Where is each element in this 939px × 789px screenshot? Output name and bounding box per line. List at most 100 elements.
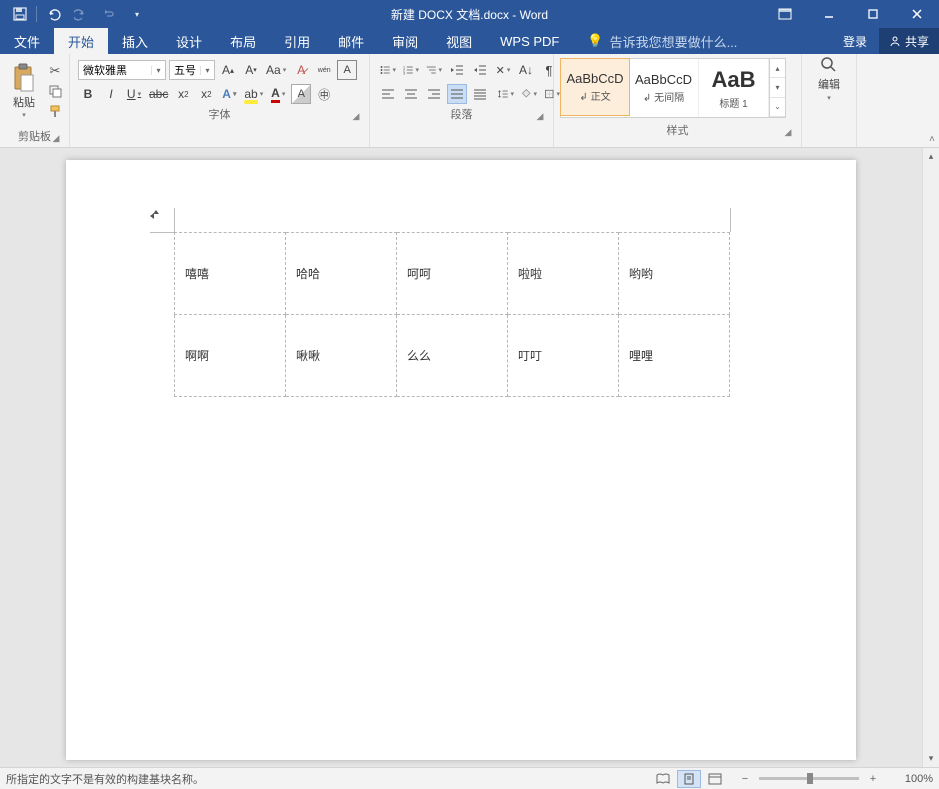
ribbon-display-button[interactable] (763, 0, 807, 28)
tab-references[interactable]: 引用 (270, 28, 324, 54)
minimize-button[interactable] (807, 0, 851, 28)
styles-gallery[interactable]: AaBbCcD ↲ 正文 AaBbCcD ↲ 无间隔 AaB 标题 1 ▴▾⌄ (560, 58, 786, 118)
table-cell[interactable]: 啊啊 (175, 315, 286, 397)
shrink-font-button[interactable]: A▾ (241, 60, 261, 80)
table-cell[interactable]: 呵呵 (397, 233, 508, 315)
table-cell[interactable]: 哟哟 (619, 233, 730, 315)
style-normal[interactable]: AaBbCcD ↲ 正文 (560, 58, 630, 116)
collapse-ribbon-button[interactable]: ˄ (929, 134, 935, 145)
table-cell[interactable]: 叮叮 (508, 315, 619, 397)
paragraph-launcher[interactable]: ◢ (533, 109, 547, 123)
undo-button[interactable] (39, 2, 67, 26)
chevron-down-icon[interactable]: ▾ (200, 66, 214, 75)
chevron-down-icon[interactable]: ▾ (151, 66, 165, 75)
web-layout-button[interactable] (703, 770, 727, 788)
vertical-scrollbar[interactable]: ▴ ▾ (922, 148, 939, 767)
clipboard-launcher[interactable]: ◢ (49, 131, 63, 145)
page[interactable]: 嘻嘻 哈哈 呵呵 啦啦 哟哟 啊啊 啾啾 么么 叮叮 哩哩 (66, 160, 856, 760)
table-cell[interactable]: 啾啾 (286, 315, 397, 397)
font-name-input[interactable] (79, 64, 151, 76)
font-size-input[interactable] (170, 64, 200, 76)
share-button[interactable]: 共享 (879, 28, 939, 54)
zoom-in-button[interactable]: + (865, 773, 881, 785)
zoom-slider[interactable] (759, 777, 859, 780)
tab-view[interactable]: 视图 (432, 28, 486, 54)
increase-indent-button[interactable] (470, 60, 490, 80)
font-name-combo[interactable]: ▾ (78, 60, 166, 80)
highlight-button[interactable]: ab▾ (242, 84, 265, 104)
strikethrough-button[interactable]: abc (147, 84, 170, 104)
sort-button[interactable]: A↓ (516, 60, 536, 80)
document-area[interactable]: 嘻嘻 哈哈 呵呵 啦啦 哟哟 啊啊 啾啾 么么 叮叮 哩哩 (0, 148, 922, 767)
bullets-button[interactable]: ▾ (378, 60, 398, 80)
table-cell[interactable]: 么么 (397, 315, 508, 397)
change-case-button[interactable]: Aa▾ (264, 60, 288, 80)
table-cell[interactable]: 嘻嘻 (175, 233, 286, 315)
clear-formatting-button[interactable]: A̷ (291, 60, 311, 80)
paste-button[interactable]: 粘贴 ▾ (11, 63, 37, 119)
tab-review[interactable]: 审阅 (378, 28, 432, 54)
align-right-button[interactable] (424, 84, 444, 104)
font-color-button[interactable]: A▾ (268, 84, 288, 104)
login-link[interactable]: 登录 (831, 33, 879, 50)
underline-button[interactable]: U▾ (124, 84, 144, 104)
tab-mailings[interactable]: 邮件 (324, 28, 378, 54)
repeat-button[interactable] (95, 2, 123, 26)
zoom-level[interactable]: 100% (887, 773, 933, 785)
format-painter-button[interactable] (46, 102, 64, 120)
align-center-button[interactable] (401, 84, 421, 104)
asian-layout-button[interactable]: ✕▾ (493, 60, 513, 80)
document-table[interactable]: 嘻嘻 哈哈 呵呵 啦啦 哟哟 啊啊 啾啾 么么 叮叮 哩哩 (174, 232, 730, 397)
cut-button[interactable]: ✂ (46, 62, 64, 80)
phonetic-guide-button[interactable]: wén (314, 60, 334, 80)
enclose-characters-button[interactable]: ㊥ (314, 84, 334, 104)
style-no-spacing[interactable]: AaBbCcD ↲ 无间隔 (629, 59, 699, 117)
copy-button[interactable] (46, 82, 64, 100)
bold-button[interactable]: B (78, 84, 98, 104)
style-heading1[interactable]: AaB 标题 1 (699, 59, 769, 117)
redo-button[interactable] (67, 2, 95, 26)
tab-layout[interactable]: 布局 (216, 28, 270, 54)
read-mode-button[interactable] (651, 770, 675, 788)
table-move-handle[interactable] (148, 208, 164, 224)
close-button[interactable] (895, 0, 939, 28)
table-cell[interactable]: 哈哈 (286, 233, 397, 315)
subscript-button[interactable]: x2 (173, 84, 193, 104)
zoom-out-button[interactable]: − (737, 773, 753, 785)
tab-insert[interactable]: 插入 (108, 28, 162, 54)
distributed-button[interactable] (470, 84, 490, 104)
numbering-button[interactable]: 123▾ (401, 60, 421, 80)
align-left-button[interactable] (378, 84, 398, 104)
font-size-combo[interactable]: ▾ (169, 60, 215, 80)
qat-customize-button[interactable]: ▾ (123, 2, 151, 26)
character-border-button[interactable]: A (337, 60, 357, 80)
decrease-indent-button[interactable] (447, 60, 467, 80)
tab-design[interactable]: 设计 (162, 28, 216, 54)
table-cell[interactable]: 啦啦 (508, 233, 619, 315)
print-layout-button[interactable] (677, 770, 701, 788)
save-button[interactable] (6, 2, 34, 26)
shading-button[interactable]: ▾ (519, 84, 539, 104)
grow-font-button[interactable]: A▴ (218, 60, 238, 80)
editing-dropdown[interactable]: ▾ (827, 94, 831, 102)
styles-gallery-more[interactable]: ▴▾⌄ (769, 59, 785, 117)
text-effects-button[interactable]: A▾ (219, 84, 239, 104)
tab-home[interactable]: 开始 (54, 28, 108, 54)
tab-wpspdf[interactable]: WPS PDF (486, 28, 573, 54)
line-spacing-button[interactable]: ▾ (496, 84, 516, 104)
character-shading-button[interactable]: A (291, 84, 311, 104)
multilevel-list-button[interactable]: ▾ (424, 60, 444, 80)
scroll-up-button[interactable]: ▴ (923, 148, 939, 165)
italic-button[interactable]: I (101, 84, 121, 104)
superscript-button[interactable]: x2 (196, 84, 216, 104)
scroll-down-button[interactable]: ▾ (923, 750, 939, 767)
table-row[interactable]: 啊啊 啾啾 么么 叮叮 哩哩 (175, 315, 730, 397)
styles-launcher[interactable]: ◢ (781, 125, 795, 139)
find-button[interactable] (820, 56, 838, 74)
table-row[interactable]: 嘻嘻 哈哈 呵呵 啦啦 哟哟 (175, 233, 730, 315)
maximize-button[interactable] (851, 0, 895, 28)
justify-button[interactable] (447, 84, 467, 104)
tell-me-search[interactable]: 💡 告诉我您想要做什么... (587, 28, 737, 54)
file-tab[interactable]: 文件 (0, 28, 54, 54)
font-launcher[interactable]: ◢ (349, 109, 363, 123)
